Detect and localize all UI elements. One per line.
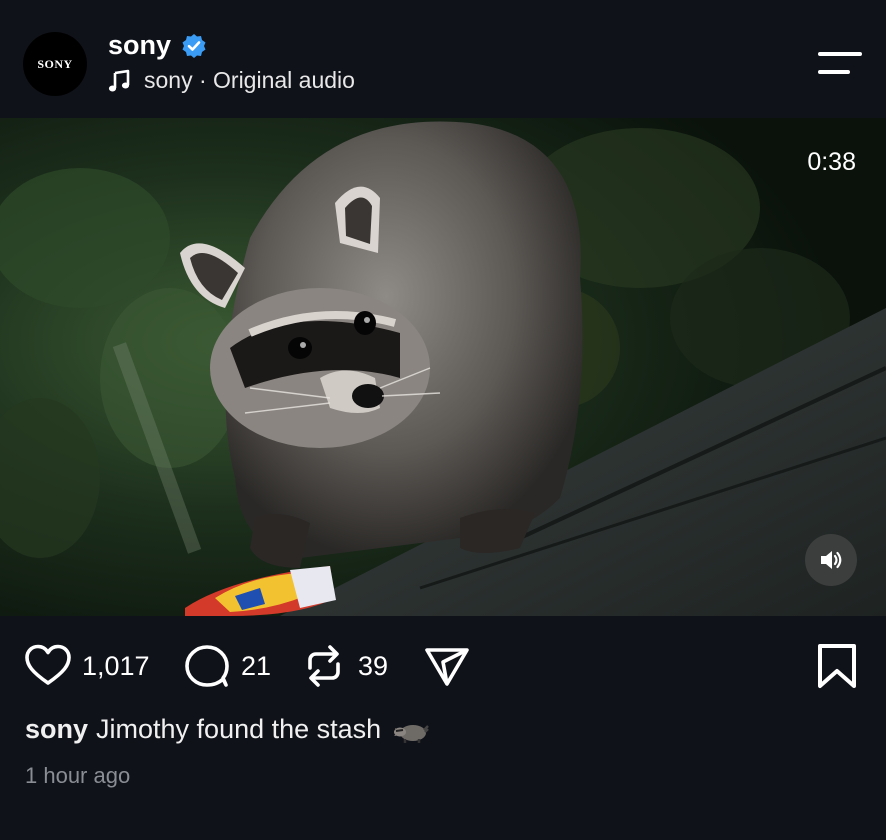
like-button[interactable]: 1,017 (24, 642, 150, 690)
video-frame-raccoon-image (0, 118, 886, 616)
repost-icon (308, 645, 340, 687)
post-username[interactable]: sony (108, 30, 207, 61)
share-button[interactable] (423, 642, 471, 690)
like-count: 1,017 (82, 650, 150, 681)
comment-button[interactable]: 21 (183, 642, 271, 690)
repost-count: 39 (358, 650, 389, 681)
avatar[interactable]: SONY (23, 32, 87, 96)
bookmark-icon[interactable] (815, 642, 859, 690)
action-bar: 1,017 21 39 (0, 616, 886, 716)
verified-badge-icon (182, 33, 206, 58)
video-player[interactable]: 0:38 (0, 118, 886, 616)
username-text[interactable]: sony (108, 30, 171, 61)
video-duration: 0:38 (807, 148, 856, 176)
audio-label: sony · Original audio (144, 67, 355, 93)
post-caption: sony Jimothy found the stash (25, 714, 430, 745)
heart-icon (25, 644, 71, 685)
mute-toggle-button[interactable] (805, 534, 857, 586)
post-timestamp: 1 hour ago (25, 763, 131, 788)
post-header: SONY sony sony · Original audio (0, 10, 886, 118)
audio-attribution[interactable]: sony · Original audio (108, 67, 355, 94)
caption-text: Jimothy found the stash (96, 714, 382, 744)
music-note-icon (108, 69, 130, 91)
avatar-logo-text: SONY (37, 56, 73, 71)
speaker-icon (821, 551, 842, 569)
raccoon-emoji-icon (394, 724, 430, 743)
menu-icon[interactable] (816, 48, 862, 78)
comment-icon (185, 645, 229, 687)
comment-count: 21 (241, 650, 272, 681)
repost-button[interactable]: 39 (300, 642, 388, 690)
caption-username[interactable]: sony (25, 714, 88, 745)
send-icon (425, 648, 469, 686)
